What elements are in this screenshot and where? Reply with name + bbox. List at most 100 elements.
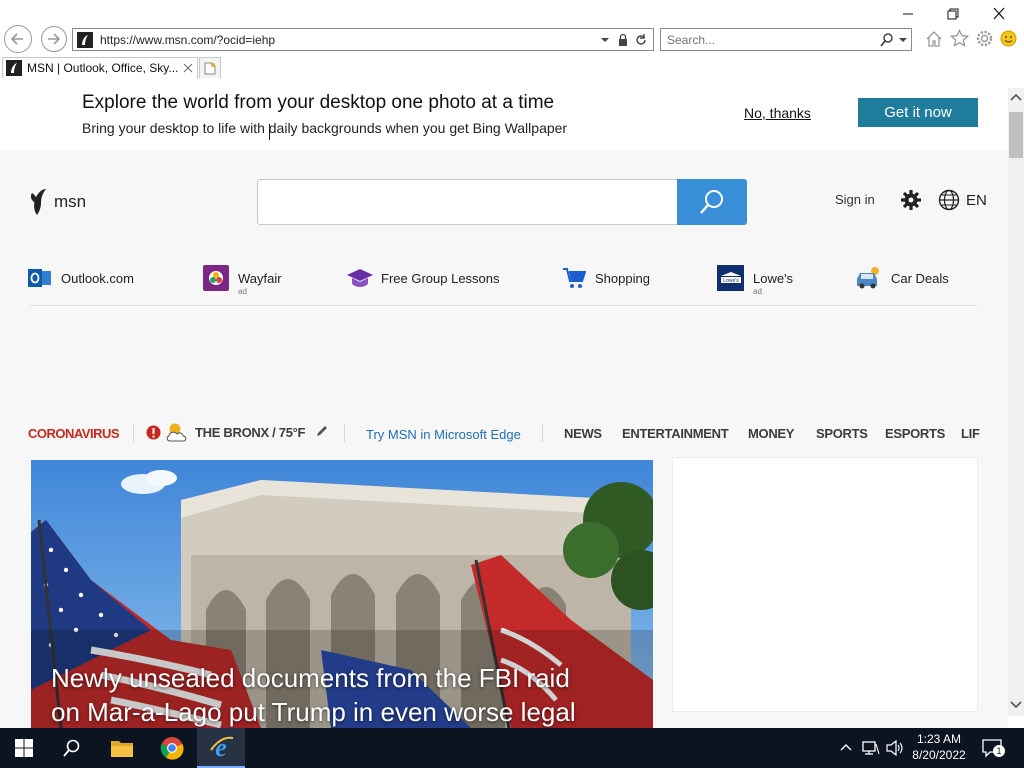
alert-icon[interactable] <box>146 425 161 440</box>
notifications-button[interactable]: 1 <box>982 738 1006 760</box>
side-ad-panel <box>672 457 978 712</box>
text-cursor <box>269 124 270 140</box>
browser-search-box[interactable] <box>660 28 912 51</box>
language-selector[interactable]: EN <box>938 189 987 211</box>
clock[interactable]: 1:23 AM 8/20/2022 <box>908 731 970 763</box>
lock-icon <box>619 33 627 46</box>
dropdown-arrow-icon[interactable] <box>600 35 610 45</box>
quicklink-lowes[interactable]: Lowe's Lowe's ad <box>717 264 794 296</box>
nav-entertainment[interactable]: ENTERTAINMENT <box>622 426 729 441</box>
network-icon[interactable] <box>862 740 880 756</box>
internet-explorer-button[interactable]: e <box>197 728 245 768</box>
quicklink-free-group-lessons[interactable]: Free Group Lessons <box>346 264 500 292</box>
edit-pencil-icon[interactable] <box>315 424 329 438</box>
new-tab-icon <box>204 62 216 74</box>
vertical-scrollbar[interactable] <box>1008 88 1024 716</box>
refresh-icon[interactable] <box>634 33 648 47</box>
restore-button[interactable] <box>943 6 963 22</box>
nav-separator <box>344 424 345 442</box>
clock-time: 1:23 AM <box>916 732 962 746</box>
no-thanks-link[interactable]: No, thanks <box>744 105 811 121</box>
forward-button[interactable] <box>41 26 67 52</box>
shopping-cart-icon <box>562 266 586 290</box>
start-button[interactable] <box>0 728 48 768</box>
quicklink-label: Shopping <box>595 270 650 286</box>
msn-butterfly-icon <box>30 189 46 215</box>
address-url[interactable]: https://www.msn.com/?ocid=iehp <box>100 33 275 47</box>
svg-text:Lowe's: Lowe's <box>723 278 739 284</box>
browser-tab-msn[interactable]: MSN | Outlook, Office, Sky... <box>2 57 198 78</box>
folder-icon <box>111 741 133 757</box>
home-icon[interactable] <box>925 30 943 48</box>
msn-favicon-icon <box>11 63 17 73</box>
nav-coronavirus[interactable]: CORONAVIRUS <box>28 426 120 441</box>
scrollbar-thumb[interactable] <box>1009 112 1023 158</box>
quicklink-label: Car Deals <box>891 270 949 286</box>
address-bar[interactable]: https://www.msn.com/?ocid=iehp <box>72 28 654 51</box>
lowes-logo-icon: Lowe's <box>717 265 744 291</box>
clock-date: 8/20/2022 <box>912 748 966 762</box>
hero-headline-line1: Newly unsealed documents from the FBI ra… <box>51 663 570 693</box>
nav-edge-link[interactable]: Try MSN in Microsoft Edge <box>366 427 521 442</box>
windows-logo-icon <box>15 739 33 757</box>
taskbar-search-button[interactable] <box>48 728 96 768</box>
browser-search-input[interactable] <box>667 32 867 47</box>
nav-sports[interactable]: SPORTS <box>816 426 868 441</box>
settings-gear-icon[interactable] <box>900 189 922 211</box>
chrome-icon <box>160 737 184 760</box>
nav-money[interactable]: MONEY <box>748 426 794 441</box>
volume-icon[interactable] <box>886 740 904 756</box>
search-icon <box>63 739 80 757</box>
minimize-button[interactable] <box>898 6 918 22</box>
tab-title: MSN | Outlook, Office, Sky... <box>27 61 179 75</box>
favorites-star-icon[interactable] <box>950 29 969 48</box>
tab-close-icon[interactable] <box>183 63 193 73</box>
msn-search-input[interactable] <box>266 190 666 214</box>
search-icon <box>700 190 723 214</box>
sign-in-link[interactable]: Sign in <box>835 192 875 207</box>
quicklink-label: Wayfair ad <box>238 271 282 296</box>
language-label: EN <box>966 191 987 209</box>
partly-cloudy-icon <box>166 423 187 442</box>
chrome-button[interactable] <box>148 728 196 768</box>
hero-story[interactable]: Newly unsealed documents from the FBI ra… <box>31 460 653 728</box>
close-window-button[interactable] <box>989 6 1009 22</box>
scroll-down-arrow-icon[interactable] <box>1010 700 1022 710</box>
nav-separator <box>542 424 543 442</box>
nav-esports[interactable]: ESPORTS <box>885 426 945 441</box>
quicklink-outlook[interactable]: Outlook.com <box>28 264 134 292</box>
msn-search-box[interactable] <box>257 179 747 225</box>
settings-gear-icon[interactable] <box>975 29 994 48</box>
nav-separator <box>133 424 134 442</box>
quicklink-shopping[interactable]: Shopping <box>562 264 650 292</box>
msn-logo[interactable]: msn <box>29 188 86 216</box>
nav-news[interactable]: NEWS <box>564 426 602 441</box>
quicklink-wayfair[interactable]: Wayfair ad <box>203 264 282 296</box>
graduation-cap-icon <box>346 266 374 290</box>
tab-favicon <box>6 60 22 76</box>
nav-weather[interactable]: THE BRONX / 75°F <box>195 425 306 440</box>
smiley-feedback-icon[interactable] <box>1000 30 1017 47</box>
nav-lifestyle[interactable]: LIF <box>961 426 980 441</box>
msn-search-button[interactable] <box>677 179 747 225</box>
back-button[interactable] <box>4 25 32 53</box>
file-explorer-button[interactable] <box>98 728 146 768</box>
search-icon[interactable] <box>879 32 895 48</box>
taskbar: e 1:23 AM 8/20/2022 1 <box>0 728 1024 768</box>
banner-title: Explore the world from your desktop one … <box>82 92 555 113</box>
msn-favicon-icon <box>82 34 88 45</box>
site-favicon <box>77 31 93 48</box>
ad-tag: ad <box>753 286 762 296</box>
quicklink-label-text: Lowe's <box>753 270 794 286</box>
new-tab-button[interactable] <box>199 57 221 78</box>
get-it-now-button[interactable]: Get it now <box>858 98 978 127</box>
show-hidden-icons-icon[interactable] <box>840 742 852 752</box>
close-icon <box>993 7 1005 20</box>
scroll-up-arrow-icon[interactable] <box>1010 92 1022 102</box>
page-viewport: Explore the world from your desktop one … <box>0 78 1008 728</box>
hero-headline[interactable]: Newly unsealed documents from the FBI ra… <box>51 661 651 728</box>
quicklink-car-deals[interactable]: Car Deals <box>855 264 949 292</box>
outlook-icon <box>28 266 52 290</box>
search-dropdown-icon[interactable] <box>898 35 908 45</box>
banner-subtitle: Bring your desktop to life with daily ba… <box>82 120 568 136</box>
